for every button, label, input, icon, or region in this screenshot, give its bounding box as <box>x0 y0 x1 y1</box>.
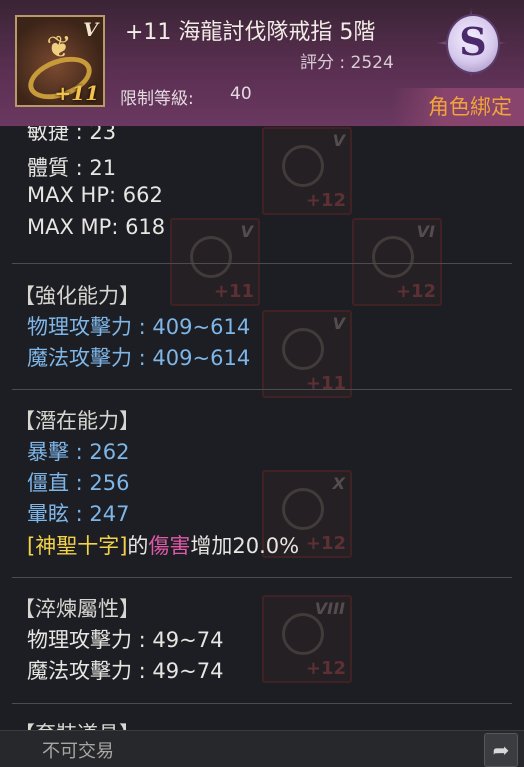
potential-crit: 暴擊 : 262 <box>27 440 130 464</box>
ring-ornament-icon: ❦ <box>46 30 72 65</box>
section-divider <box>12 577 512 578</box>
stat-max-mp: MAX MP: 618 <box>27 215 166 239</box>
item-score: 評分 : 2524 <box>300 53 394 73</box>
skill-name: [神聖十字] <box>27 534 128 558</box>
stat-max-hp: MAX HP: 662 <box>27 183 163 207</box>
ring-item-icon: ❦ V +11 <box>15 15 105 107</box>
temper-mag-atk: 魔法攻擊力 : 49~74 <box>27 659 224 683</box>
potential-stiff: 僵直 : 256 <box>27 471 130 495</box>
potential-heading: 【潛在能力】 <box>14 409 140 433</box>
enhance-mag-atk: 魔法攻擊力 : 409~614 <box>27 346 251 370</box>
section-divider <box>12 389 512 390</box>
section-divider <box>12 703 512 704</box>
stat-agility: 敏捷 : 23 <box>27 126 117 144</box>
level-requirement-value: 40 <box>230 84 252 104</box>
section-divider <box>12 263 512 264</box>
temper-phys-atk: 物理攻擊力 : 49~74 <box>27 628 224 652</box>
share-arrow-icon[interactable]: ➦ <box>484 733 518 767</box>
set-item-heading: 【套裝道具】 <box>14 718 140 730</box>
item-tooltip-header: ❦ V +11 +11 海龍討伐隊戒指 5階 評分 : 2524 限制等級: 4… <box>0 0 524 127</box>
character-bound-tag: 角色綁定 <box>392 88 524 126</box>
item-title: +11 海龍討伐隊戒指 5階 <box>125 20 376 45</box>
enhance-phys-atk: 物理攻擊力 : 409~614 <box>27 315 251 339</box>
skill-increase: 增加20.0% <box>190 534 300 558</box>
temper-heading: 【淬煉屬性】 <box>14 597 140 621</box>
potential-stun: 暈眩 : 247 <box>27 502 130 526</box>
level-requirement-label: 限制等級: <box>120 89 194 109</box>
item-enhance-level: +11 <box>54 81 99 105</box>
tooltip-footer: 不可交易 ➦ <box>0 730 524 767</box>
trade-status: 不可交易 <box>42 741 114 762</box>
skill-of: 的 <box>127 534 149 558</box>
skill-damage: 傷害 <box>148 534 191 558</box>
item-stats-panel[interactable]: 敏捷 : 23 體質 : 21 MAX HP: 662 MAX MP: 618 … <box>0 126 524 730</box>
grade-badge: ✦ S <box>424 0 518 93</box>
potential-skill-bonus: [神聖十字]的傷害增加20.0% <box>27 530 299 560</box>
item-rank: V <box>83 19 98 41</box>
stat-constitution: 體質 : 21 <box>27 156 117 180</box>
enhance-heading: 【強化能力】 <box>14 284 140 308</box>
grade-letter: S <box>459 19 487 64</box>
